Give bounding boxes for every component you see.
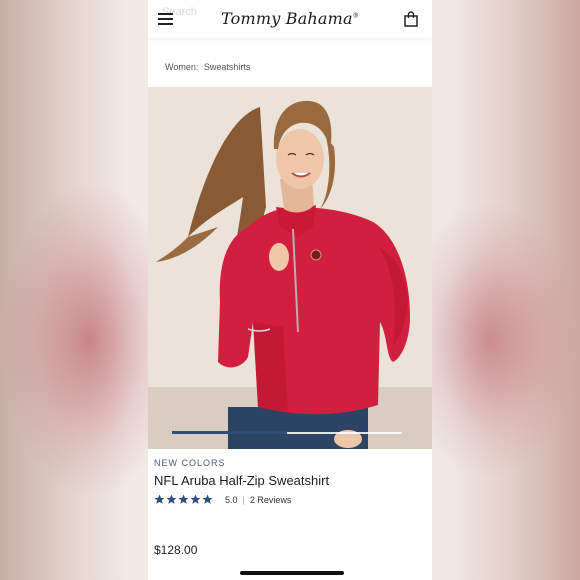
rating-value: 5.0 (225, 494, 238, 505)
home-indicator[interactable] (240, 571, 344, 575)
product-price: $128.00 (154, 543, 198, 557)
logo-mark: ® (352, 12, 359, 20)
breadcrumb: Women: Sweatshirts (165, 62, 253, 72)
product-image-gallery[interactable] (148, 87, 432, 449)
star-icon (154, 494, 165, 504)
brand-logo[interactable]: Tommy Bahama® (148, 9, 432, 28)
product-info: NEW COLORS NFL Aruba Half-Zip Sweatshirt… (154, 458, 424, 505)
rating-separator: | (242, 494, 245, 505)
rating-stars (154, 494, 213, 505)
mobile-screen: Search Tommy Bahama® Women: Sweatshirts (148, 0, 432, 580)
product-title: NFL Aruba Half-Zip Sweatshirt (154, 473, 330, 488)
star-icon (202, 494, 213, 504)
star-icon (166, 494, 177, 504)
product-photo (148, 87, 432, 449)
breadcrumb-women[interactable]: Women: (165, 62, 198, 72)
site-header: Search Tommy Bahama® (148, 0, 432, 38)
logo-text: Tommy Bahama (221, 9, 353, 28)
shopping-bag-icon[interactable] (404, 11, 418, 27)
star-icon (178, 494, 189, 504)
product-rating[interactable]: 5.0 | 2 Reviews (154, 494, 424, 505)
star-icon (190, 494, 201, 504)
new-colors-badge: NEW COLORS (154, 458, 226, 468)
background-blur-right (430, 200, 580, 480)
breadcrumb-sweatshirts[interactable]: Sweatshirts (204, 62, 251, 72)
background-blur-left (0, 180, 150, 500)
reviews-link[interactable]: 2 Reviews (250, 495, 292, 505)
gallery-slider-active[interactable] (172, 431, 287, 434)
